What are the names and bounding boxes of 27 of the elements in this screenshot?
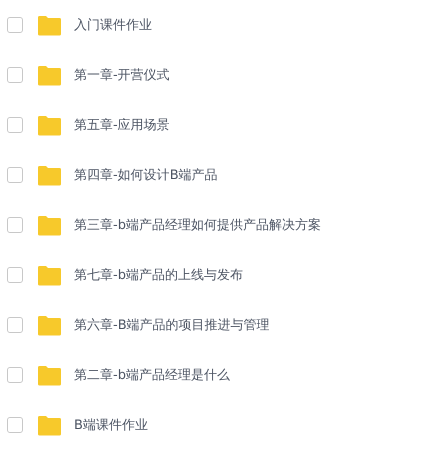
checkbox[interactable] [7, 17, 23, 33]
checkbox[interactable] [7, 417, 23, 433]
folder-icon [37, 364, 62, 386]
folder-name[interactable]: 第四章-如何设计B端产品 [74, 166, 218, 184]
checkbox[interactable] [7, 167, 23, 183]
folder-icon [37, 264, 62, 286]
folder-icon [37, 164, 62, 186]
folder-icon [37, 314, 62, 336]
checkbox[interactable] [7, 217, 23, 233]
checkbox[interactable] [7, 67, 23, 83]
folder-name[interactable]: 第一章-开营仪式 [74, 66, 170, 84]
checkbox[interactable] [7, 117, 23, 133]
folder-name[interactable]: 第七章-b端产品的上线与发布 [74, 266, 243, 284]
folder-icon [37, 414, 62, 436]
folder-name[interactable]: 第三章-b端产品经理如何提供产品解决方案 [74, 216, 321, 234]
folder-name[interactable]: 第二章-b端产品经理是什么 [74, 366, 230, 384]
folder-icon [37, 114, 62, 136]
checkbox[interactable] [7, 367, 23, 383]
folder-name[interactable]: 第六章-B端产品的项目推进与管理 [74, 316, 270, 334]
checkbox[interactable] [7, 317, 23, 333]
folder-name[interactable]: 第五章-应用场景 [74, 116, 170, 134]
folder-name[interactable]: B端课件作业 [74, 416, 148, 434]
folder-icon [37, 14, 62, 36]
folder-icon [37, 214, 62, 236]
checkbox[interactable] [7, 267, 23, 283]
folder-icon [37, 64, 62, 86]
folder-name[interactable]: 入门课件作业 [74, 16, 152, 34]
